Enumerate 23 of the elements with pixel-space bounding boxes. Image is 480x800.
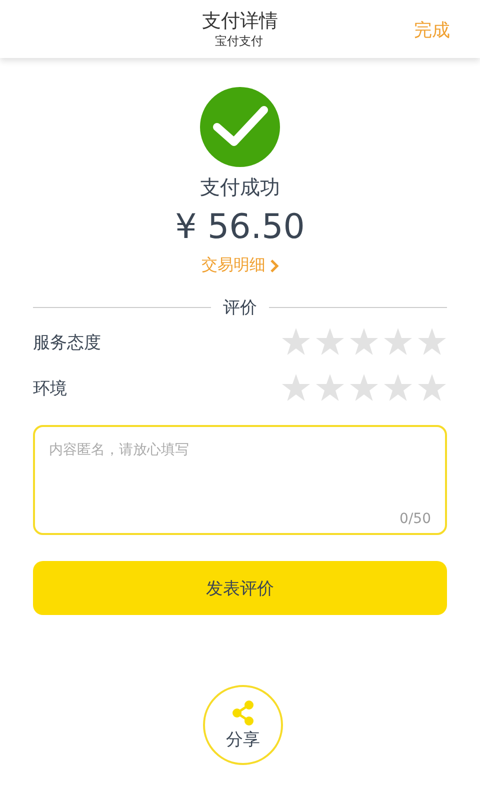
chevron-icon (270, 258, 278, 272)
star-icon[interactable] (315, 327, 345, 357)
character-counter: 0/50 (400, 511, 431, 527)
rating-label: 服务态度 (33, 332, 101, 354)
star-icon[interactable] (417, 373, 447, 403)
star-icon[interactable] (417, 327, 447, 357)
share-button[interactable]: 分享 (203, 685, 283, 765)
star-icon[interactable] (315, 373, 345, 403)
star-icon[interactable] (281, 327, 311, 357)
star-icon[interactable] (383, 327, 413, 357)
star-icon[interactable] (349, 327, 379, 357)
payment-amount: ¥ 56.50 (175, 206, 305, 249)
page-title: 支付详情 (202, 9, 278, 33)
share-icon (231, 700, 255, 726)
star-icon[interactable] (281, 373, 311, 403)
star-icon[interactable] (349, 373, 379, 403)
rating-label: 环境 (33, 378, 67, 400)
page-subtitle: 宝付支付 (215, 33, 263, 49)
check-icon (200, 87, 280, 167)
section-heading: 评价 (223, 297, 257, 319)
payment-status: 支付成功 (200, 174, 280, 201)
submit-review-button[interactable]: 发表评价 (33, 561, 447, 615)
star-icon[interactable] (383, 373, 413, 403)
